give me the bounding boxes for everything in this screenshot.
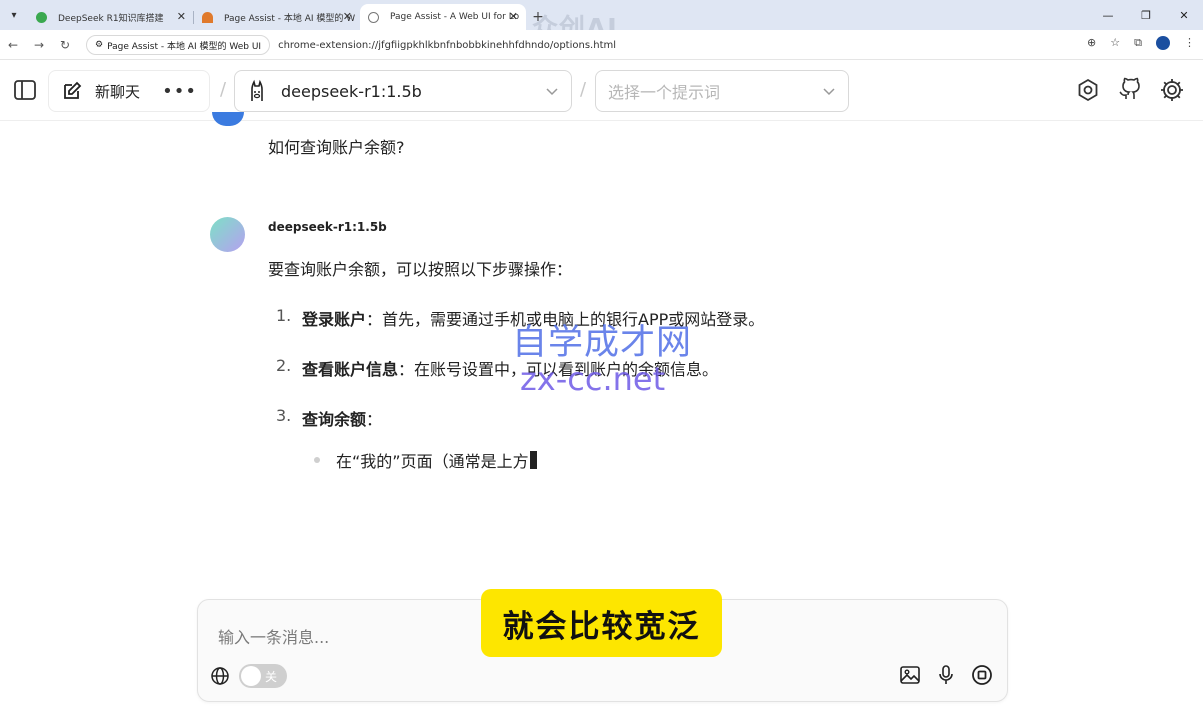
- model-name: deepseek-r1:1.5b: [281, 81, 422, 101]
- github-icon[interactable]: [1117, 77, 1143, 103]
- browser-tabstrip: ▾ DeepSeek R1知识库搭建 ✕ Page Assist - 本地 AI…: [0, 0, 1203, 44]
- list-number: 2.: [276, 356, 292, 375]
- prompt-select[interactable]: 选择一个提示词: [595, 70, 849, 112]
- more-options-icon[interactable]: •••: [162, 81, 197, 102]
- url-text: chrome-extension://jfgfiigpkhlkbnfnbobbk…: [278, 39, 617, 51]
- extensions-puzzle-icon[interactable]: ⧉: [1134, 36, 1142, 50]
- composer-actions: [899, 664, 993, 686]
- ollama-settings-icon[interactable]: [1075, 77, 1101, 103]
- new-chat-button[interactable]: 新聊天 •••: [48, 70, 210, 112]
- chevron-down-icon: [823, 88, 835, 96]
- toolbar-right: ⊕ ☆ ⧉ ⋮: [1087, 36, 1195, 50]
- bookmark-star-icon[interactable]: ☆: [1110, 36, 1120, 50]
- chip-label: Page Assist - 本地 AI 模型的 Web UI: [107, 41, 262, 52]
- tab-favicon-icon: [36, 12, 47, 23]
- step-text: ：: [366, 410, 383, 429]
- message-input[interactable]: 输入一条消息...: [218, 624, 329, 648]
- browser-tab-active[interactable]: Page Assist - A Web UI for Lo ✕: [360, 4, 526, 30]
- step-title: 查看账户信息: [302, 360, 399, 379]
- image-upload-icon[interactable]: [899, 664, 921, 686]
- gear-icon[interactable]: [1159, 77, 1185, 103]
- video-subtitle: 就会比较宽泛: [481, 589, 722, 657]
- llama-icon: [251, 79, 263, 101]
- tab-favicon-icon: [202, 12, 213, 23]
- browser-menu-icon[interactable]: ⋮: [1184, 36, 1195, 50]
- step-title: 查询余额: [302, 410, 367, 429]
- tab-favicon-icon: [368, 12, 379, 23]
- stop-icon[interactable]: [971, 664, 993, 686]
- edit-icon: [64, 81, 82, 99]
- tab-title: DeepSeek R1知识库搭建: [58, 13, 164, 24]
- toggle-label: 关: [265, 669, 278, 684]
- separator-slash: /: [220, 79, 227, 100]
- restore-icon[interactable]: ❐: [1127, 0, 1165, 30]
- zoom-icon[interactable]: ⊕: [1087, 36, 1096, 50]
- step-title: 登录账户: [302, 310, 367, 329]
- bot-avatar: [210, 217, 245, 252]
- tab-title: Page Assist - 本地 AI 模型的 W: [224, 13, 356, 24]
- web-search-toggle[interactable]: 关: [239, 664, 287, 688]
- watermark-url-text: zx-cc.net: [520, 360, 666, 398]
- browser-tab[interactable]: DeepSeek R1知识库搭建 ✕: [28, 4, 194, 30]
- tab-close-icon[interactable]: ✕: [509, 10, 518, 23]
- omnibox[interactable]: ⚙ Page Assist - 本地 AI 模型的 Web UI chrome-…: [86, 34, 1106, 56]
- new-chat-label: 新聊天: [95, 82, 141, 101]
- window-controls: — ❐ ✕: [1089, 0, 1203, 30]
- profile-avatar[interactable]: [1156, 36, 1170, 50]
- model-select[interactable]: deepseek-r1:1.5b: [234, 70, 572, 112]
- tab-search-chevron-icon[interactable]: ▾: [0, 0, 28, 30]
- watermark-logo-text: 自学成才网: [512, 323, 693, 363]
- user-message: 如何查询账户余额?: [268, 138, 405, 157]
- extension-icon: ⚙: [95, 40, 104, 50]
- separator-slash: /: [580, 79, 587, 100]
- user-avatar: [212, 112, 244, 126]
- sub-list-item: 在“我的”页面（通常是上方: [314, 448, 537, 472]
- tab-title: Page Assist - A Web UI for Lo: [390, 12, 520, 22]
- site-info-chip[interactable]: ⚙ Page Assist - 本地 AI 模型的 Web UI: [86, 35, 271, 55]
- tab-close-icon[interactable]: ✕: [343, 10, 352, 23]
- header-actions: [1075, 77, 1185, 103]
- sidebar-toggle-icon[interactable]: [12, 77, 38, 103]
- address-bar: ← → ↻ ⚙ Page Assist - 本地 AI 模型的 Web UI c…: [0, 30, 1203, 60]
- forward-icon[interactable]: →: [26, 38, 52, 52]
- close-window-icon[interactable]: ✕: [1165, 0, 1203, 30]
- minimize-icon[interactable]: —: [1089, 0, 1127, 30]
- toggle-knob: [241, 666, 261, 686]
- browser-tab[interactable]: Page Assist - 本地 AI 模型的 W ✕: [194, 4, 360, 30]
- bullet-dot: [314, 457, 320, 463]
- list-number: 1.: [276, 306, 292, 325]
- list-item: 3. 查询余额：: [276, 406, 382, 430]
- list-number: 3.: [276, 406, 292, 425]
- back-icon[interactable]: ←: [0, 38, 26, 52]
- microphone-icon[interactable]: [935, 664, 957, 686]
- prompt-placeholder: 选择一个提示词: [608, 83, 721, 102]
- globe-icon[interactable]: [210, 666, 230, 686]
- tab-close-icon[interactable]: ✕: [177, 10, 186, 23]
- sub-item-text: 在“我的”页面（通常是上方: [336, 452, 529, 471]
- reload-icon[interactable]: ↻: [52, 38, 78, 52]
- bot-intro-text: 要查询账户余额，可以按照以下步骤操作：: [268, 260, 573, 279]
- app-header: 新聊天 ••• / deepseek-r1:1.5b / 选择一个提示词: [0, 61, 1203, 121]
- chevron-down-icon: [546, 88, 558, 96]
- typing-cursor: [529, 451, 537, 469]
- bot-name: deepseek-r1:1.5b: [268, 220, 387, 234]
